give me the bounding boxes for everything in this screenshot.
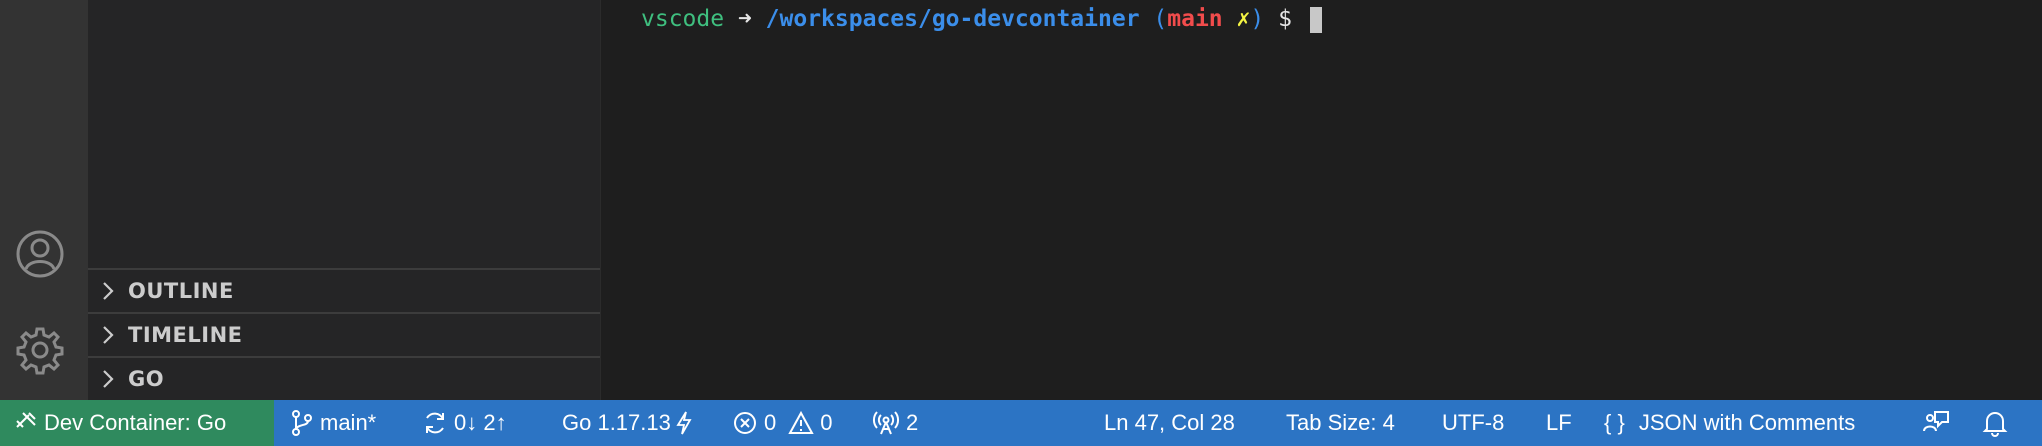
problems-indicator[interactable]: 0 0 bbox=[732, 400, 833, 446]
prompt-paren-close: ) bbox=[1250, 6, 1265, 32]
section-outline[interactable]: OUTLINE bbox=[88, 268, 600, 311]
source-control-branch-icon bbox=[290, 410, 314, 436]
tab-size-label: Tab Size: 4 bbox=[1286, 410, 1395, 435]
remote-label: Dev Container: Go bbox=[44, 410, 227, 435]
warning-count: 0 bbox=[820, 410, 833, 435]
eol-indicator[interactable]: LF bbox=[1546, 400, 1572, 446]
warning-icon bbox=[788, 410, 814, 436]
chevron-right-icon bbox=[88, 325, 128, 345]
prompt-path: /workspaces/go-devcontainer bbox=[765, 6, 1140, 32]
section-label: TIMELINE bbox=[128, 322, 243, 347]
error-count: 0 bbox=[764, 410, 777, 435]
terminal-prompt: vscode ➜ /workspaces/go-devcontainer (ma… bbox=[641, 4, 1322, 34]
encoding-label: UTF-8 bbox=[1442, 410, 1505, 435]
section-go[interactable]: GO bbox=[88, 356, 600, 399]
bell-icon[interactable] bbox=[1982, 400, 2008, 446]
broadcast-icon bbox=[872, 410, 900, 436]
sync-label: 0↓ 2↑ bbox=[454, 410, 507, 435]
cursor-position-label: Ln 47, Col 28 bbox=[1104, 410, 1235, 435]
prompt-arrow: ➜ bbox=[737, 6, 752, 32]
prompt-dollar: $ bbox=[1278, 6, 1292, 32]
chevron-right-icon bbox=[88, 369, 128, 389]
braces-icon: { } bbox=[1604, 410, 1625, 435]
eol-label: LF bbox=[1546, 410, 1572, 435]
go-version-label: Go 1.17.13 bbox=[562, 410, 671, 435]
language-mode[interactable]: { } JSON with Comments bbox=[1604, 400, 1855, 446]
section-label: GO bbox=[128, 366, 165, 391]
encoding-indicator[interactable]: UTF-8 bbox=[1442, 400, 1504, 446]
feedback-icon[interactable] bbox=[1922, 400, 1950, 446]
error-icon bbox=[732, 410, 758, 436]
cursor-position[interactable]: Ln 47, Col 28 bbox=[1104, 400, 1235, 446]
sync-indicator[interactable]: 0↓ 2↑ bbox=[422, 400, 507, 446]
branch-label: main* bbox=[320, 410, 377, 435]
ports-indicator[interactable]: 2 bbox=[872, 400, 918, 446]
tab-size-indicator[interactable]: Tab Size: 4 bbox=[1286, 400, 1395, 446]
sidebar: OUTLINE TIMELINE GO bbox=[88, 0, 601, 400]
section-label: OUTLINE bbox=[128, 278, 234, 303]
prompt-dirty-marker: ✗ bbox=[1236, 6, 1251, 32]
status-bar: Dev Container: Go main* 0↓ 2↑ Go 1.17.13… bbox=[0, 400, 2042, 446]
prompt-user: vscode bbox=[641, 6, 725, 32]
terminal-cursor bbox=[1309, 6, 1322, 33]
remote-indicator[interactable]: Dev Container: Go bbox=[0, 400, 274, 446]
terminal-panel[interactable]: vscode ➜ /workspaces/go-devcontainer (ma… bbox=[601, 0, 2042, 400]
prompt-paren-open: ( bbox=[1153, 6, 1168, 32]
branch-indicator[interactable]: main* bbox=[290, 400, 376, 446]
go-version-indicator[interactable]: Go 1.17.13 bbox=[562, 400, 693, 446]
prompt-branch: main bbox=[1167, 6, 1223, 32]
lightning-icon bbox=[675, 410, 693, 436]
language-label: JSON with Comments bbox=[1638, 410, 1856, 435]
sync-icon bbox=[422, 410, 448, 436]
chevron-right-icon bbox=[88, 281, 128, 301]
ports-count: 2 bbox=[906, 410, 919, 435]
account-icon[interactable] bbox=[12, 226, 68, 282]
gear-icon[interactable] bbox=[12, 322, 68, 378]
activity-bar bbox=[0, 0, 88, 400]
remote-icon bbox=[14, 408, 38, 438]
section-timeline[interactable]: TIMELINE bbox=[88, 312, 600, 355]
